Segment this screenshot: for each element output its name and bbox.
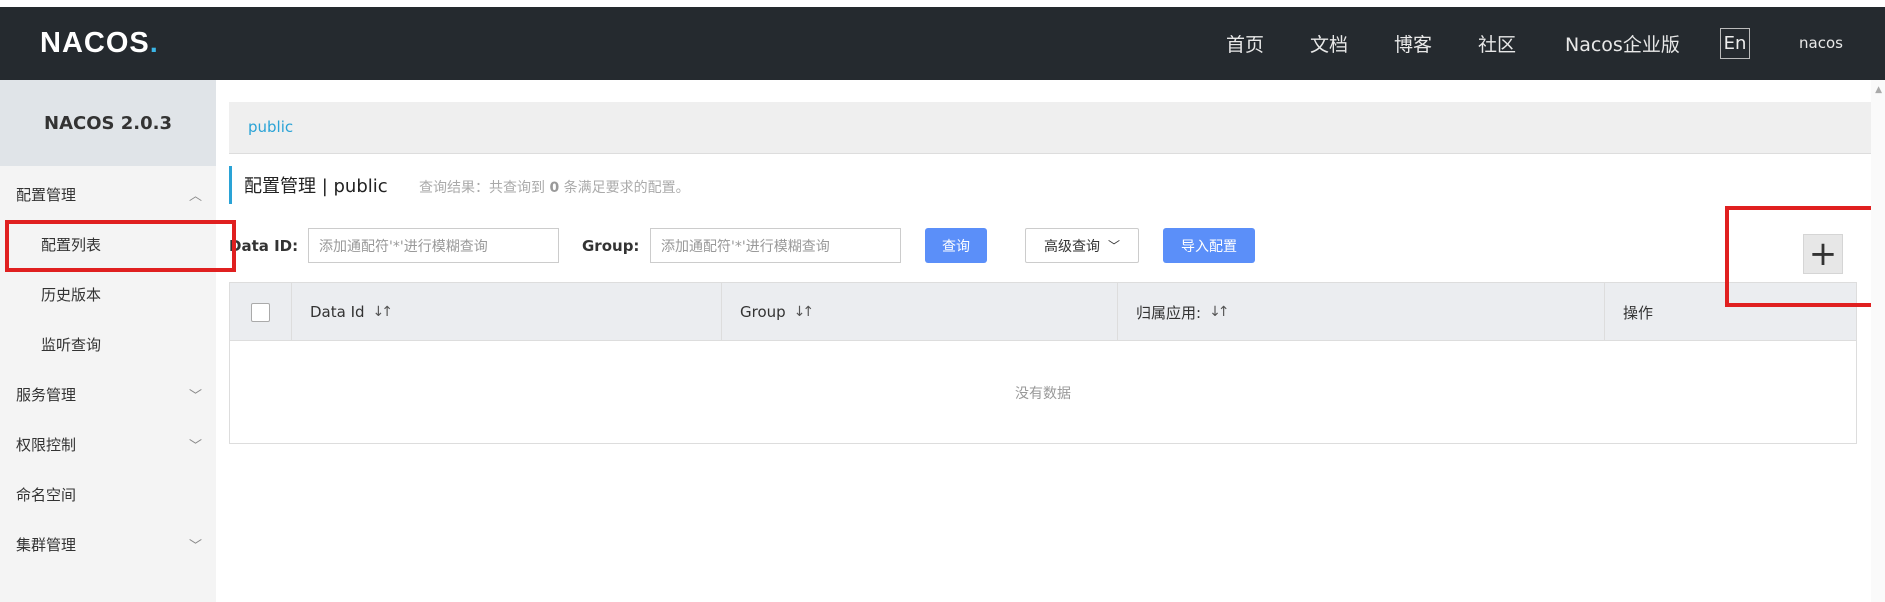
sidebar-item-access-control[interactable]: 权限控制 ﹀: [0, 419, 216, 469]
advanced-query-dropdown[interactable]: 高级查询 ﹀: [1025, 228, 1139, 263]
select-all-checkbox[interactable]: [251, 302, 270, 322]
nav-enterprise[interactable]: Nacos企业版: [1565, 30, 1680, 57]
import-config-button[interactable]: 导入配置: [1163, 228, 1255, 263]
query-result-text: 查询结果：共查询到 0 条满足要求的配置。: [419, 177, 690, 197]
nav-docs[interactable]: 文档: [1310, 30, 1348, 57]
column-header-data-id[interactable]: Data Id ↓↑: [292, 283, 722, 341]
sidebar-item-listener-query[interactable]: 监听查询: [0, 319, 216, 369]
nav-home[interactable]: 首页: [1226, 30, 1264, 57]
query-button[interactable]: 查询: [925, 228, 987, 263]
nav-blog[interactable]: 博客: [1394, 30, 1432, 57]
sidebar-item-label: 配置管理: [16, 185, 77, 204]
column-header-group[interactable]: Group ↓↑: [722, 283, 1118, 341]
highlight-box-add-button: [1725, 206, 1875, 307]
page-title: 配置管理 | public: [229, 166, 388, 204]
empty-state-text: 没有数据: [1015, 385, 1071, 402]
config-table: Data Id ↓↑ Group ↓↑ 归属应用: ↓↑ 操作 没有数据: [229, 282, 1857, 444]
language-toggle[interactable]: En: [1720, 28, 1750, 59]
column-header-app[interactable]: 归属应用: ↓↑: [1118, 283, 1605, 341]
data-id-label: Data ID:: [229, 237, 299, 255]
column-label: 归属应用:: [1136, 303, 1202, 322]
sidebar-item-label: 权限控制: [16, 435, 77, 454]
sidebar-item-service-management[interactable]: 服务管理 ﹀: [0, 369, 216, 419]
top-header: NACOS. 首页 文档 博客 社区 Nacos企业版 En nacos: [0, 7, 1885, 80]
column-label: Data Id: [310, 303, 365, 321]
sort-icon[interactable]: ↓↑: [794, 304, 815, 320]
chevron-down-icon: ﹀: [188, 388, 202, 404]
query-result-suffix: 条满足要求的配置。: [563, 180, 690, 196]
scrollbar[interactable]: [1871, 80, 1885, 602]
column-label: 操作: [1623, 303, 1654, 322]
nacos-logo[interactable]: NACOS.: [40, 27, 159, 60]
namespace-link-public[interactable]: public: [248, 118, 293, 136]
select-all-cell: [230, 283, 292, 341]
sort-icon[interactable]: ↓↑: [1209, 304, 1230, 320]
namespace-bar: public: [229, 102, 1873, 154]
sidebar-item-history[interactable]: 历史版本: [0, 269, 216, 319]
sidebar-item-label: 集群管理: [16, 535, 77, 554]
nav-community[interactable]: 社区: [1478, 30, 1516, 57]
user-name[interactable]: nacos: [1799, 34, 1843, 52]
column-label: Group: [740, 303, 786, 321]
sidebar-item-label: 监听查询: [41, 335, 102, 354]
advanced-query-label: 高级查询: [1043, 238, 1100, 255]
sidebar-title: NACOS 2.0.3: [0, 80, 216, 166]
chevron-down-icon: ﹀: [188, 438, 202, 454]
group-input[interactable]: 添加通配符'*'进行模糊查询: [650, 228, 901, 263]
table-header: Data Id ↓↑ Group ↓↑ 归属应用: ↓↑ 操作: [230, 283, 1856, 341]
query-result-count: 0: [549, 180, 560, 196]
sidebar-item-label: 命名空间: [16, 485, 77, 504]
query-result-prefix: 查询结果：共查询到: [419, 180, 545, 196]
data-id-input[interactable]: 添加通配符'*'进行模糊查询: [308, 228, 559, 263]
sidebar-item-label: 服务管理: [16, 385, 77, 404]
sidebar-item-label: 历史版本: [41, 285, 102, 304]
chevron-up-icon: ︿: [188, 188, 202, 204]
sidebar-item-config-management[interactable]: 配置管理 ︿: [0, 169, 216, 219]
chevron-down-icon: ﹀: [1107, 239, 1120, 253]
sidebar: NACOS 2.0.3 配置管理 ︿ 配置列表 历史版本 监听查询 服务管理 ﹀…: [0, 80, 216, 602]
group-label: Group:: [582, 237, 640, 255]
sidebar-item-cluster-management[interactable]: 集群管理 ﹀: [0, 519, 216, 569]
sort-icon[interactable]: ↓↑: [373, 304, 394, 320]
main-content: public 配置管理 | public 查询结果：共查询到 0 条满足要求的配…: [216, 80, 1885, 602]
highlight-box-config-list: [5, 220, 236, 272]
scroll-up-icon[interactable]: ▲: [1875, 85, 1882, 95]
sidebar-item-namespace[interactable]: 命名空间: [0, 469, 216, 519]
chevron-down-icon: ﹀: [188, 538, 202, 554]
